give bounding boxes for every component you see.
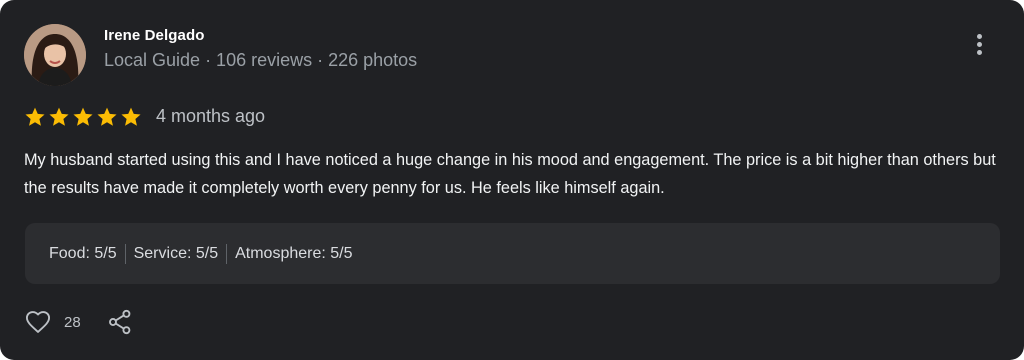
like-count: 28 [64,314,81,331]
more-vertical-icon [977,34,982,39]
review-attributes: Food: 5/5 Service: 5/5 Atmosphere: 5/5 [25,223,1000,284]
avatar[interactable] [24,24,86,86]
attribute-divider [124,243,126,264]
more-vertical-icon-dot [977,42,982,47]
share-icon [109,309,131,335]
like-button[interactable] [24,308,52,341]
star-icon [73,107,93,126]
share-button[interactable] [106,308,134,341]
star-icon [97,107,117,126]
star-rating [24,106,142,128]
author-meta: Local Guide · 106 reviews · 226 photos [104,50,418,70]
star-icon [121,107,141,126]
review-text: My husband started using this and I have… [24,151,996,197]
attribute-item: Service: 5/5 [133,244,219,262]
more-vertical-icon-dot [977,50,982,55]
attribute-item: Food: 5/5 [49,244,117,262]
attribute-divider [226,243,228,264]
star-icon [25,107,45,126]
author-name[interactable]: Irene Delgado [104,27,205,44]
heart-icon [25,311,51,333]
star-icon [49,107,69,126]
review-time: 4 months ago [156,106,266,126]
more-options-button[interactable] [966,30,994,60]
attribute-item: Atmosphere: 5/5 [235,244,353,262]
review-card: Irene Delgado Local Guide · 106 reviews … [0,0,1024,360]
